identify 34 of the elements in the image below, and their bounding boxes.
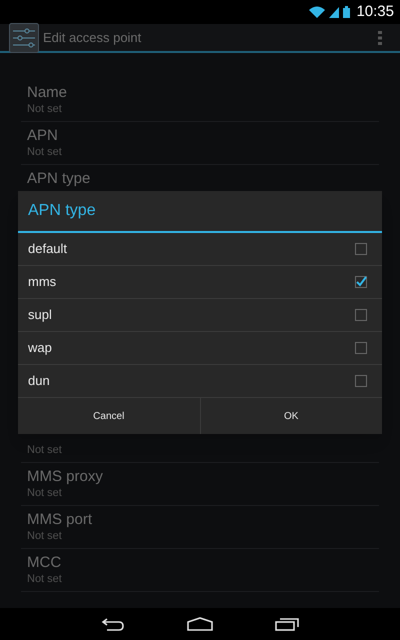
- screen-title: Edit access point: [43, 28, 142, 47]
- setting-title: MMS proxy: [27, 468, 104, 486]
- setting-summary: Not set: [27, 443, 63, 457]
- setting-title: APN: [27, 127, 59, 145]
- setting-summary: Not set: [27, 486, 63, 500]
- option-row[interactable]: supl: [18, 299, 382, 332]
- settings-icon[interactable]: [9, 22, 39, 52]
- setting-summary: Not set: [27, 102, 63, 116]
- battery-icon: [343, 6, 350, 18]
- option-row[interactable]: mms: [18, 266, 382, 299]
- setting-summary: Not set: [27, 572, 63, 586]
- dialog-button[interactable]: Cancel: [18, 398, 200, 434]
- checkbox[interactable]: [355, 276, 367, 288]
- setting-title: Name: [27, 84, 68, 102]
- home-icon[interactable]: [187, 617, 213, 631]
- checkbox[interactable]: [355, 342, 367, 354]
- setting-summary: Not set: [27, 529, 63, 543]
- clock: 10:35: [356, 2, 394, 22]
- checkbox[interactable]: [355, 375, 367, 387]
- option-row[interactable]: default: [18, 233, 382, 266]
- checkbox[interactable]: [355, 309, 367, 321]
- signal-icon: [329, 6, 340, 18]
- option-row[interactable]: wap: [18, 332, 382, 365]
- setting-summary: Not set: [27, 145, 63, 159]
- setting-title: MCC: [27, 554, 62, 572]
- overflow-menu-icon[interactable]: [378, 30, 382, 44]
- wifi-icon: [309, 6, 326, 18]
- dialog-button[interactable]: OK: [200, 398, 382, 434]
- setting-title: MMS port: [27, 511, 94, 529]
- back-icon[interactable]: [101, 617, 125, 631]
- setting-title: APN type: [27, 170, 92, 188]
- dialog-title: APN type: [28, 201, 96, 221]
- checkbox[interactable]: [355, 243, 367, 255]
- recent-apps-icon[interactable]: [275, 617, 299, 631]
